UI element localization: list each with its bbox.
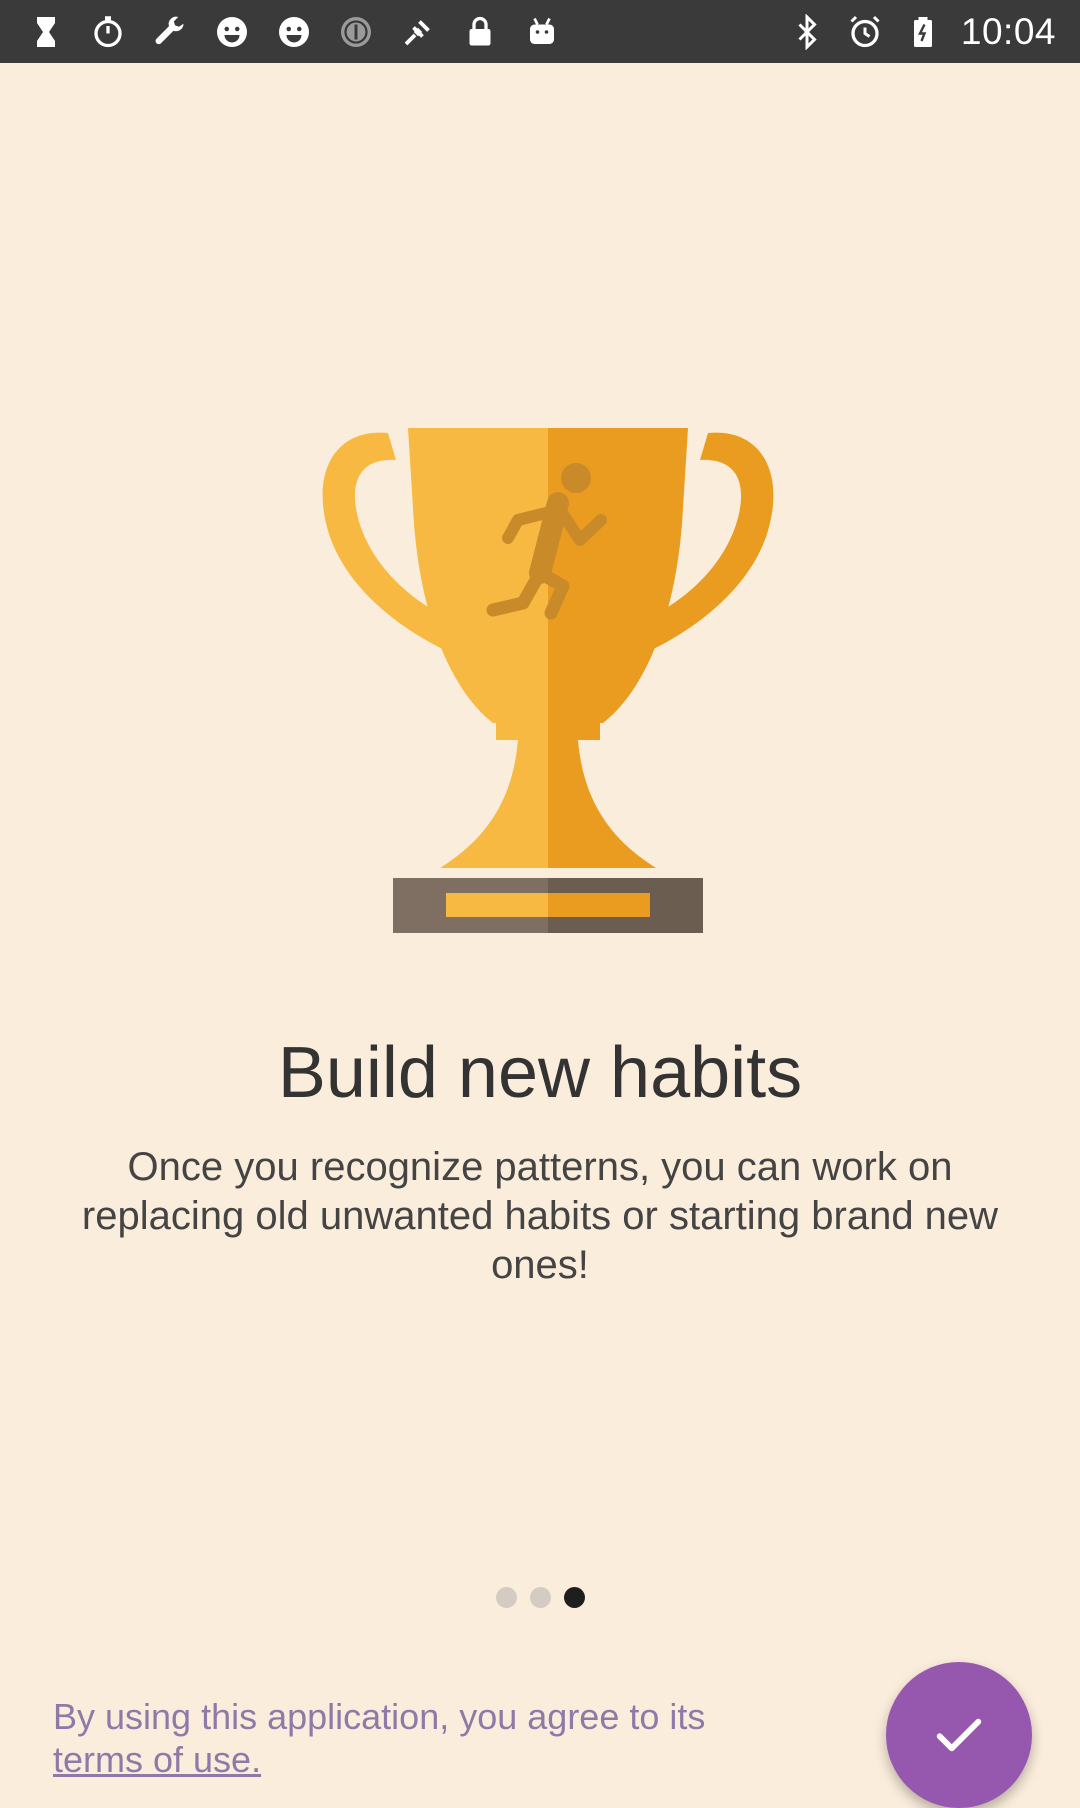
page-indicator [0,1587,1080,1608]
lock-icon [460,12,500,52]
status-bar-clock: 10:04 [960,10,1056,52]
trophy-icon [322,428,774,933]
alarm-icon [845,12,885,52]
smiley-icon [274,12,314,52]
battery-icon [903,12,943,52]
terms-prefix: By using this application, you agree to … [53,1696,706,1737]
hourglass-icon [26,12,66,52]
status-bar-notifications [26,10,562,53]
android-icon [522,12,562,52]
onboarding-title: Build new habits [277,1033,803,1113]
terms-of-use-link[interactable]: terms of use. [53,1739,261,1780]
onboarding-screen: Build new habits Once you recognize patt… [0,63,1080,1808]
stopwatch-icon [88,12,128,52]
page-dot-1[interactable] [495,1587,517,1608]
page-dot-2[interactable] [529,1587,551,1608]
checkmark-icon [936,1718,982,1752]
status-bar-system: 10:04 [787,10,1056,53]
fake-gps-icon [398,12,438,52]
confirm-button[interactable] [886,1662,1032,1808]
page-dot-3-active[interactable] [563,1587,585,1608]
wrench-icon [150,12,190,52]
circle-info-icon [336,12,376,52]
terms-notice: By using this application, you agree to … [53,1695,793,1781]
status-bar: 10:04 [0,0,1080,63]
onboarding-description: Once you recognize patterns, you can wor… [81,1145,999,1287]
smiley-icon [212,12,252,52]
bluetooth-icon [787,12,827,52]
